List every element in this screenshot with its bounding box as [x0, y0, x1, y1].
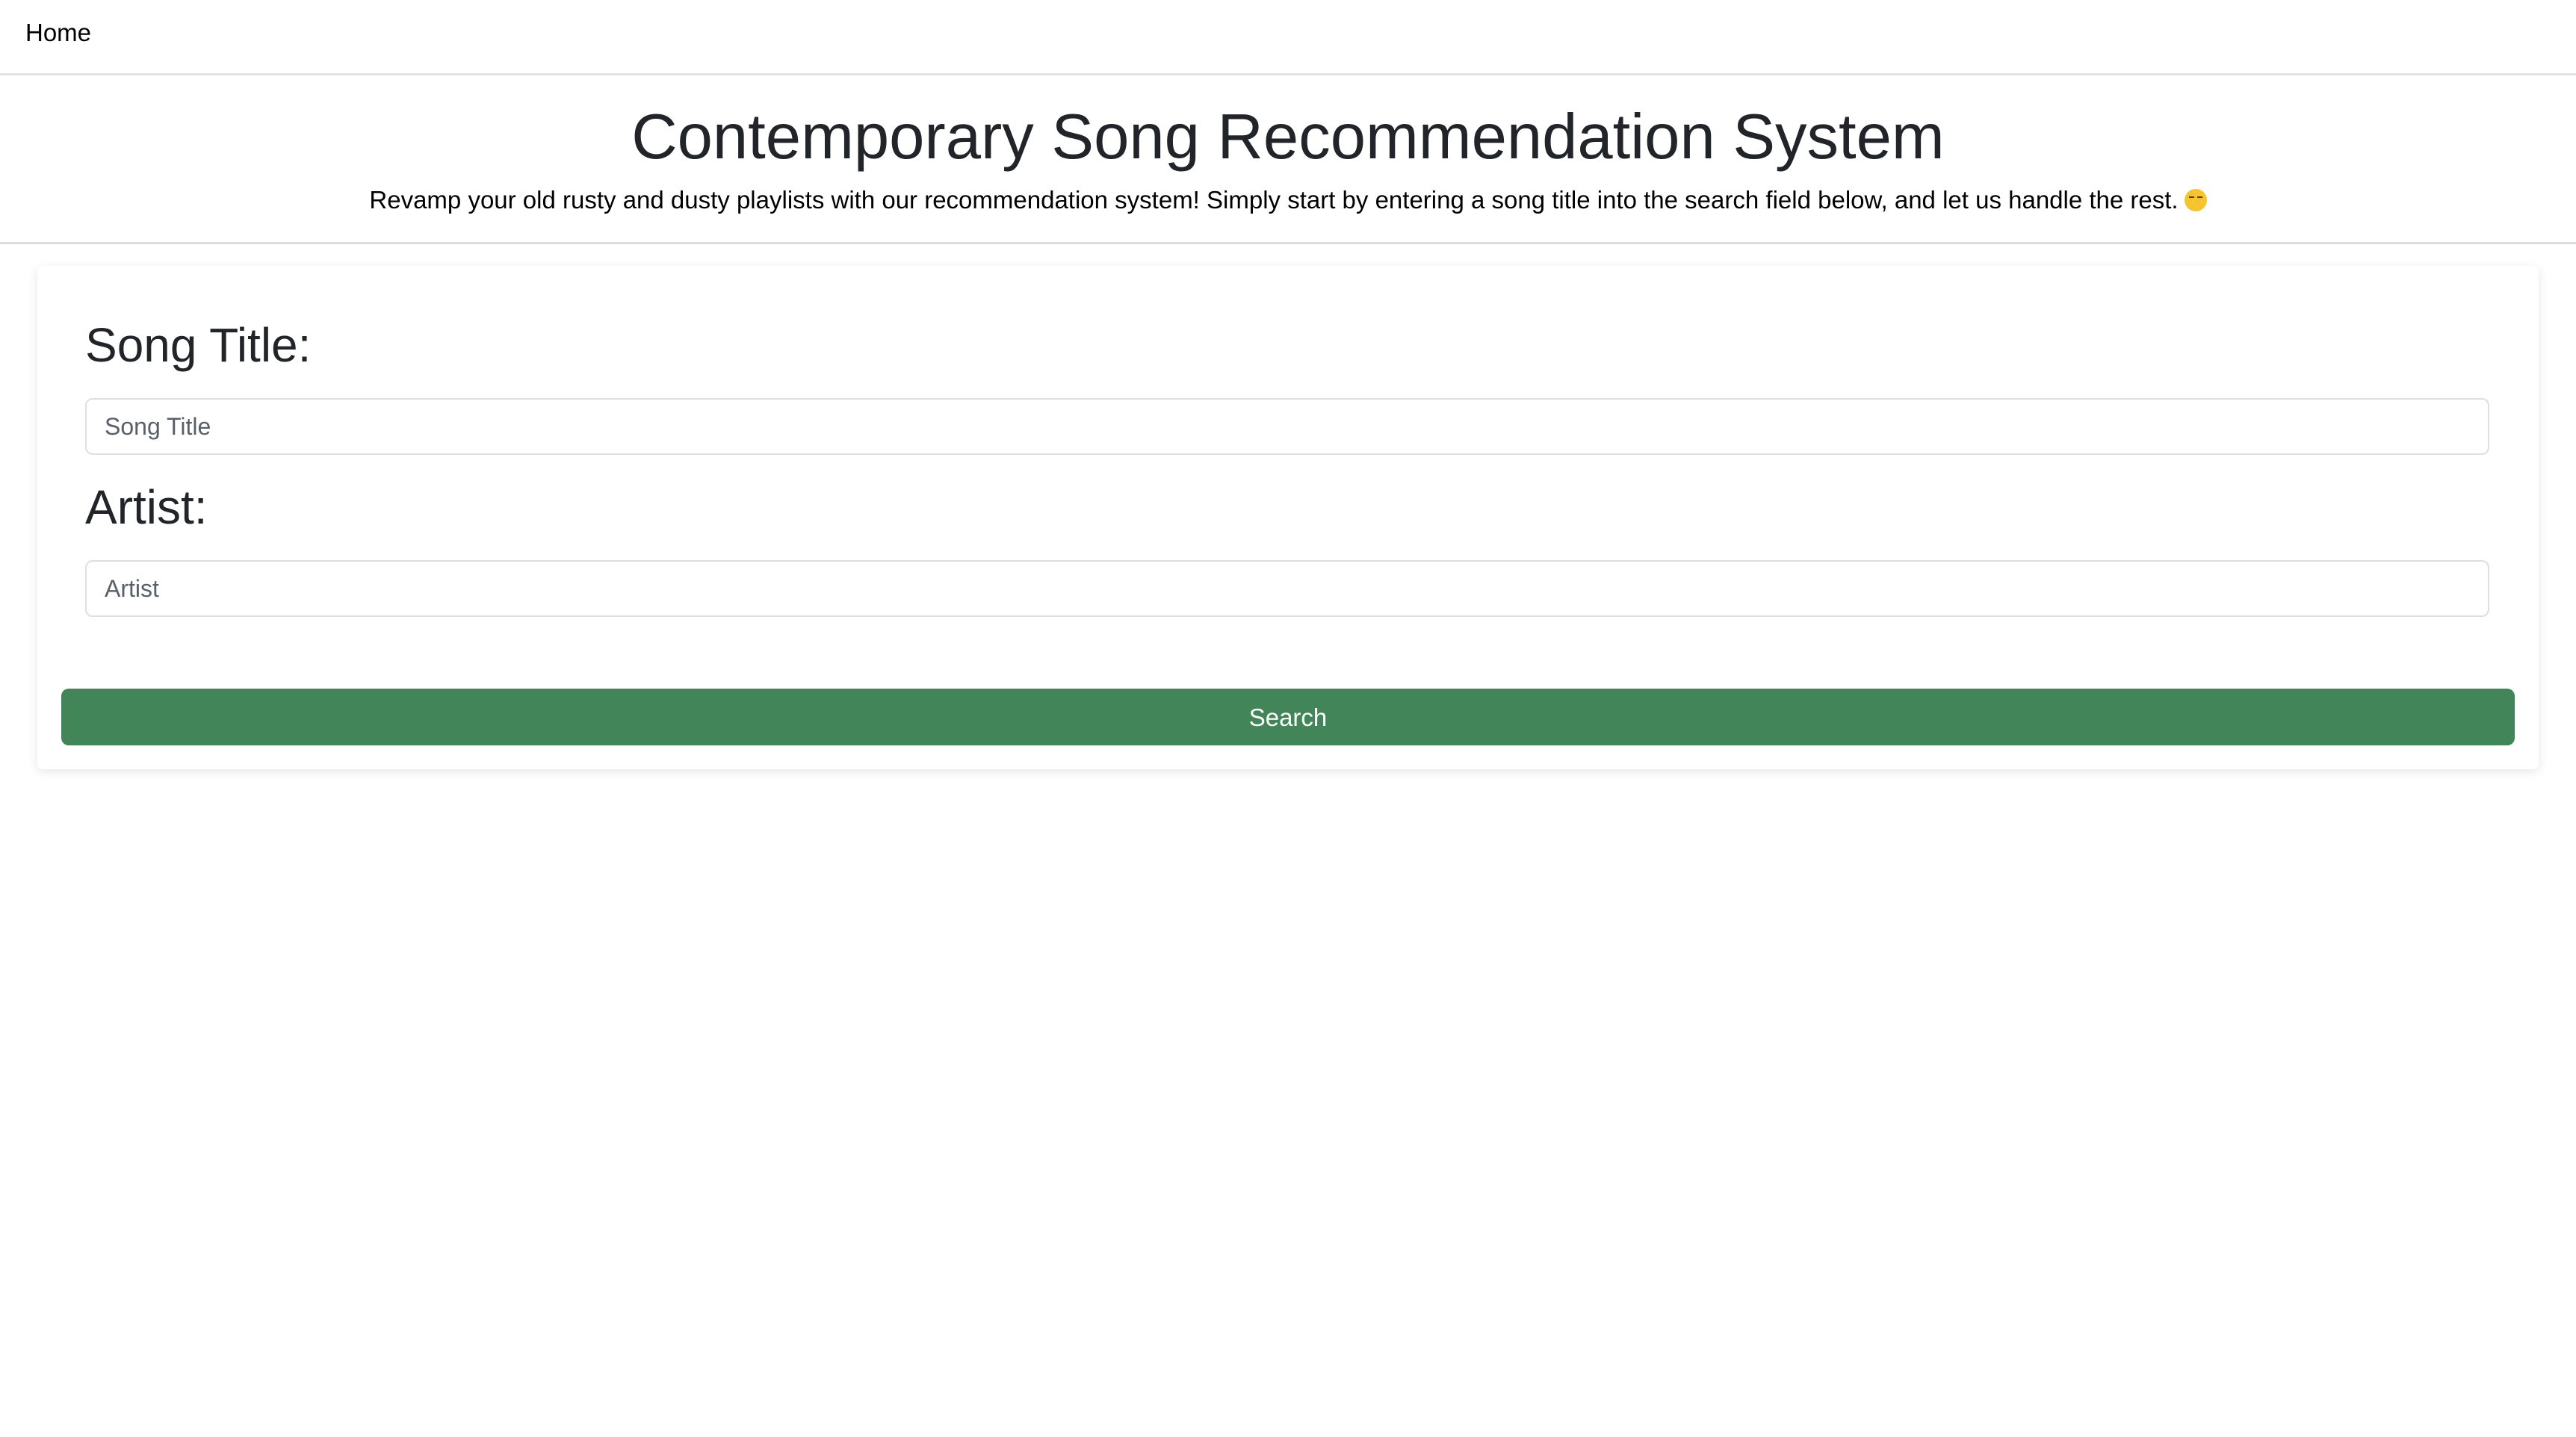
search-button[interactable]: Search: [61, 689, 2515, 745]
smirking-face-emoji-icon: [2184, 189, 2207, 211]
artist-input[interactable]: [85, 560, 2489, 617]
song-title-label: Song Title:: [85, 318, 312, 372]
artist-label: Artist:: [85, 480, 208, 534]
nav-home-link[interactable]: Home: [25, 16, 91, 49]
top-navbar: Home: [0, 0, 2576, 75]
song-title-input[interactable]: [85, 398, 2489, 455]
page-title: Contemporary Song Recommendation System: [631, 102, 1945, 173]
page-subtitle: Revamp your old rusty and dusty playlist…: [0, 184, 2576, 217]
page-header: Contemporary Song Recommendation System …: [0, 75, 2576, 244]
subtitle-text: Revamp your old rusty and dusty playlist…: [369, 186, 2179, 214]
search-form-card: Song Title: Artist: Search: [37, 266, 2539, 769]
